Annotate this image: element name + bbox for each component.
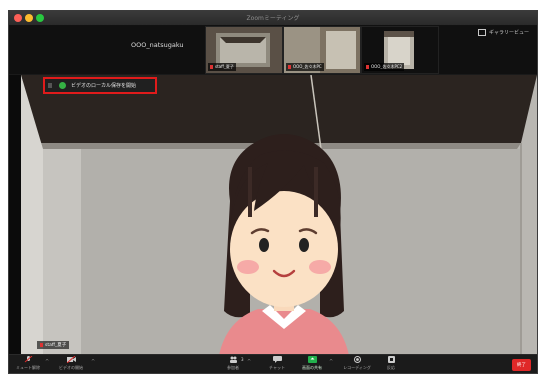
zoom-window: Zoomミーティング OOO_natsugaku staff_夏子 OOO_佐々… (8, 10, 538, 374)
meeting-toolbar: ミュート解除 ^ ビデオの開始 ^ 参加者 3 ^ チャット 画面の共有 ^ レ… (9, 354, 537, 373)
video-options-chevron-icon[interactable]: ^ (91, 359, 95, 365)
share-options-chevron-icon[interactable]: ^ (329, 359, 333, 365)
record-local-label: ビデオのローカル保存を開始 (71, 83, 137, 89)
stop-icon (48, 83, 52, 88)
avatar-illustration (218, 134, 350, 361)
record-button[interactable]: レコーディング (339, 356, 375, 371)
start-video-button[interactable]: ビデオの開始 (53, 356, 89, 371)
share-screen-button[interactable]: 画面の共有 (297, 356, 327, 371)
participants-count: 3 (241, 357, 244, 362)
self-name-tag: staff_夏子 (37, 341, 70, 349)
end-meeting-button[interactable]: 終了 (512, 359, 531, 371)
participants-icon (229, 356, 237, 363)
title-bar: Zoomミーティング (9, 11, 537, 26)
reaction-icon (387, 356, 395, 363)
participant-name-tag: OOO_佐々木PC2 (364, 63, 405, 71)
muted-mic-icon (210, 65, 213, 69)
participant-name-tag: OOO_佐々木PC (286, 63, 324, 71)
share-screen-icon (307, 356, 317, 363)
unmute-button[interactable]: ミュート解除 (13, 356, 43, 371)
host-name-label: OOO_natsugaku (131, 41, 184, 49)
chat-button[interactable]: チャット (263, 356, 291, 371)
participant-tile-3[interactable]: OOO_佐々木PC2 (361, 26, 439, 74)
participant-tile-1[interactable]: staff_夏子 (205, 26, 283, 74)
participants-options-chevron-icon[interactable]: ^ (247, 359, 251, 365)
record-icon (353, 356, 361, 363)
muted-mic-icon (366, 65, 369, 69)
chat-icon (272, 356, 282, 363)
record-local-button[interactable]: ビデオのローカル保存を開始 (43, 77, 157, 94)
audio-options-chevron-icon[interactable]: ^ (45, 359, 49, 365)
muted-mic-icon (288, 65, 291, 69)
video-off-icon (66, 356, 76, 363)
grid-icon (477, 29, 486, 36)
participant-name-tag: staff_夏子 (208, 63, 236, 71)
window-title: Zoomミーティング (246, 15, 300, 22)
muted-mic-icon (40, 342, 43, 347)
participant-tile-2[interactable]: OOO_佐々木PC (283, 26, 361, 74)
mic-muted-icon (24, 356, 32, 363)
reactions-button[interactable]: 反応 (379, 356, 403, 371)
gallery-view-button[interactable]: ギャラリービュー (477, 29, 529, 36)
record-dot-icon (59, 82, 66, 89)
